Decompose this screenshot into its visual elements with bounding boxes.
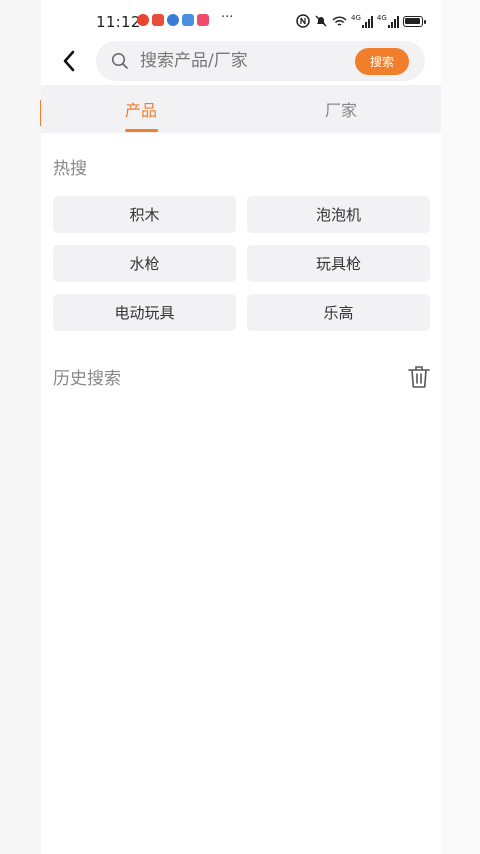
tab-products[interactable]: 产品	[41, 85, 241, 133]
tab-manufacturers[interactable]: 厂家	[241, 85, 441, 133]
hot-search-tag-label: 玩具枪	[315, 255, 361, 273]
signal-2-icon: 4G	[377, 14, 399, 28]
tab-products-label: 产品	[124, 101, 157, 120]
app-grid-icon	[182, 14, 194, 26]
back-arrow-icon	[63, 50, 75, 72]
search-button[interactable]: 搜索	[355, 48, 409, 75]
status-time: 11:12	[96, 13, 141, 31]
hot-search-tag-label: 积木	[129, 206, 160, 224]
tab-manufacturers-label: 厂家	[324, 101, 357, 120]
right-backdrop	[441, 0, 480, 854]
hot-search-tag-label: 电动玩具	[114, 304, 175, 322]
signal-1-icon: 4G	[351, 14, 373, 28]
mute-bell-icon	[315, 15, 327, 27]
app-blue-icon	[167, 14, 179, 26]
weibo-icon	[137, 14, 149, 26]
hot-search-tag-label: 乐高	[323, 304, 354, 322]
hot-search-tag[interactable]: 积木	[53, 196, 236, 233]
battery-icon	[402, 15, 426, 27]
back-button[interactable]	[55, 44, 83, 78]
hot-search-tag[interactable]: 乐高	[247, 294, 430, 331]
system-icons: 4G 4G	[296, 13, 426, 29]
hot-search-tag[interactable]: 玩具枪	[247, 245, 430, 282]
network-type-2: 4G	[376, 14, 387, 22]
notification-icons	[137, 14, 209, 26]
nfc-icon	[296, 14, 310, 28]
search-input[interactable]	[140, 41, 345, 81]
app-pink-icon	[197, 14, 209, 26]
hot-search-title: 热搜	[53, 159, 87, 179]
trash-icon	[408, 366, 430, 388]
hot-search-tag[interactable]: 水枪	[53, 245, 236, 282]
search-bar: 搜索	[96, 41, 425, 81]
hot-search-tag[interactable]: 电动玩具	[53, 294, 236, 331]
wifi-icon	[332, 15, 347, 26]
app-red-icon	[152, 14, 164, 26]
search-history-title: 历史搜索	[53, 369, 121, 389]
network-type-1: 4G	[351, 14, 361, 22]
tab-bar: 产品 厂家	[41, 85, 441, 133]
clear-history-button[interactable]	[406, 363, 432, 391]
search-icon	[111, 52, 128, 69]
hot-search-tag-label: 泡泡机	[315, 206, 361, 224]
active-tab-indicator	[125, 129, 158, 132]
hot-search-tag[interactable]: 泡泡机	[247, 196, 430, 233]
more-notifications-icon: ···	[221, 10, 234, 25]
status-bar: 11:12 ··· 4G 4G	[0, 0, 480, 42]
hot-search-tag-label: 水枪	[129, 255, 160, 273]
left-backdrop	[0, 0, 41, 854]
